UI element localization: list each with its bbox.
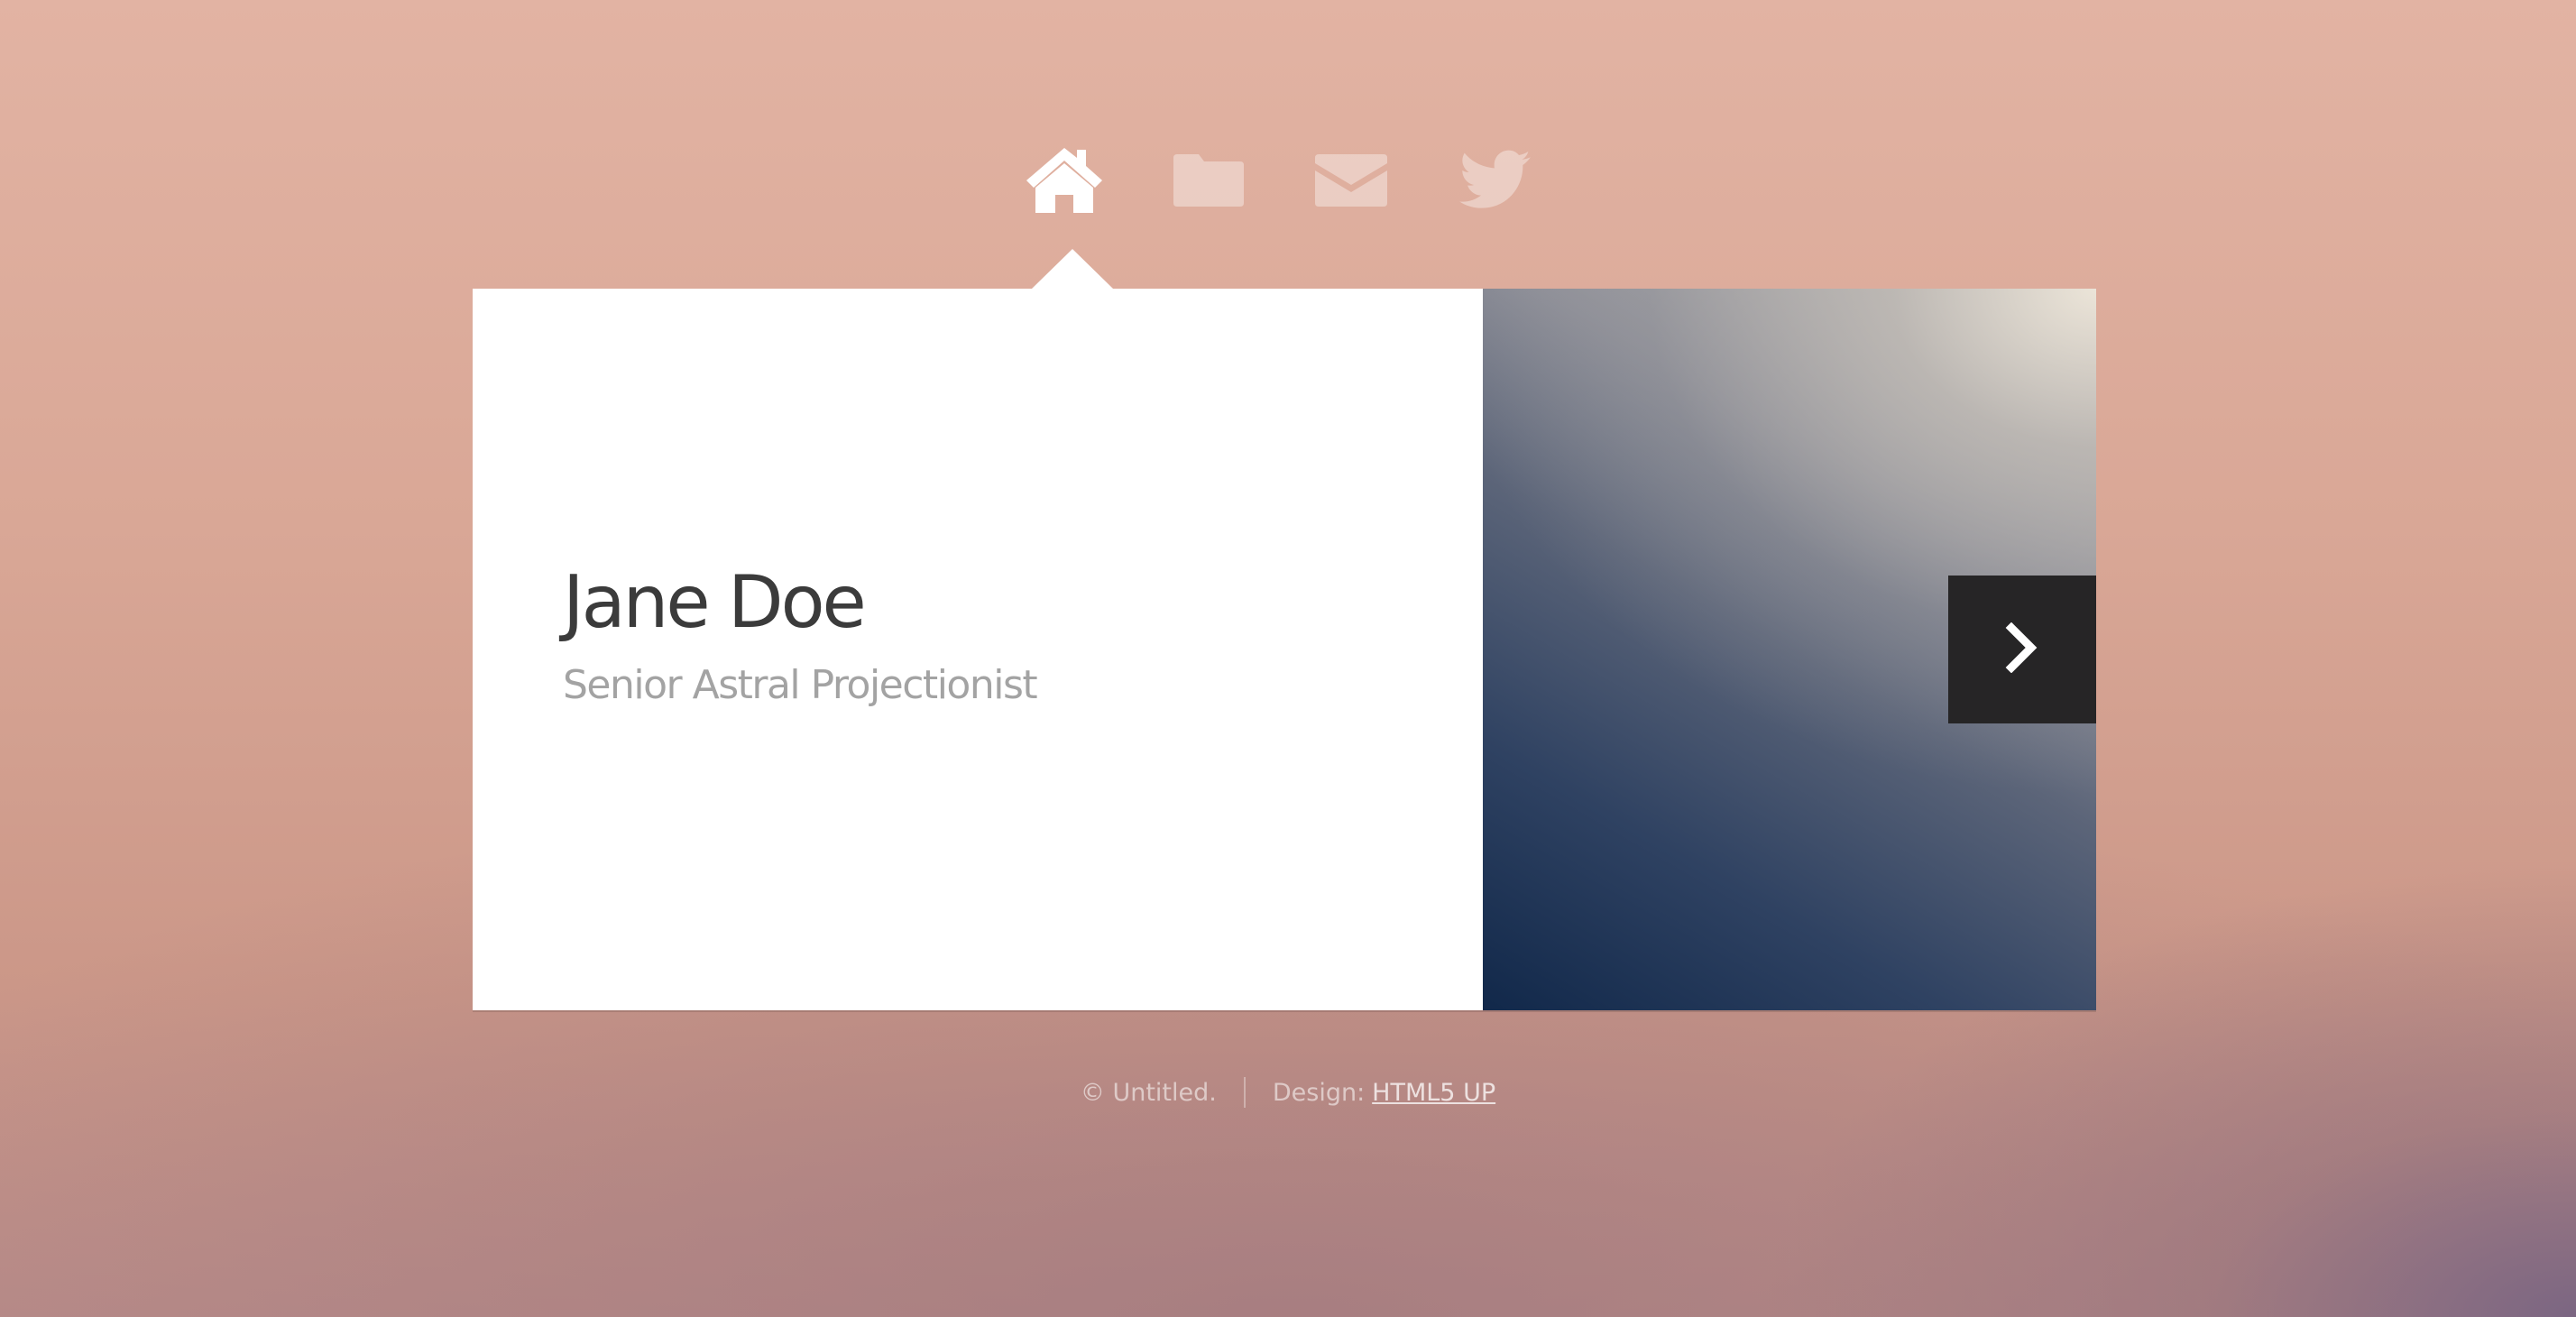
- twitter-icon: [1459, 150, 1532, 211]
- footer: © Untitled. Design: HTML5 UP: [0, 1077, 2576, 1108]
- profile-image: [1483, 289, 2096, 1010]
- profile-text: Jane Doe Senior Astral Projectionist: [563, 559, 1465, 710]
- nav-folder-link[interactable]: [1164, 135, 1254, 226]
- active-tab-pointer: [1032, 249, 1113, 289]
- chevron-right-icon: [2004, 622, 2040, 677]
- folder-icon: [1172, 152, 1246, 208]
- nav-twitter-link[interactable]: [1450, 135, 1541, 226]
- next-button[interactable]: [1948, 576, 2096, 723]
- envelope-icon: [1313, 152, 1389, 208]
- nav-mail-link[interactable]: [1306, 135, 1396, 226]
- home-icon: [1023, 146, 1106, 215]
- profile-title: Senior Astral Projectionist: [563, 662, 1038, 708]
- copyright-text: © Untitled.: [1080, 1078, 1217, 1107]
- design-credit-link[interactable]: HTML5 UP: [1372, 1079, 1495, 1107]
- nav-home-link[interactable]: [1019, 135, 1109, 226]
- design-label: Design:: [1272, 1078, 1366, 1107]
- profile-name: Jane Doe: [563, 560, 867, 644]
- intro-panel: Jane Doe Senior Astral Projectionist: [473, 249, 2096, 1010]
- footer-divider: [1243, 1077, 1246, 1108]
